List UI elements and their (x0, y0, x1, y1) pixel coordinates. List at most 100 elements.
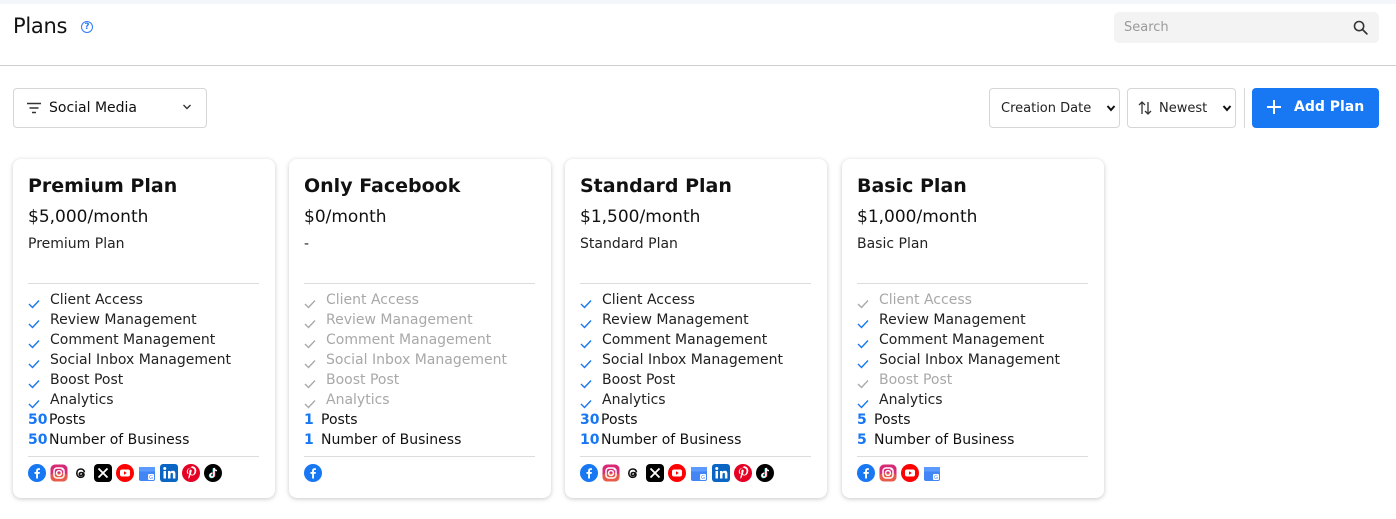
check-icon (580, 335, 592, 355)
feature-label: Analytics (879, 392, 943, 408)
toolbar-divider (1244, 88, 1245, 128)
plan-card[interactable]: Premium Plan $5,000/month Premium Plan Clie… (13, 159, 275, 498)
feature-label: Social Inbox Management (879, 352, 1060, 368)
sort-order-label: Newest (1159, 101, 1208, 116)
feature-label: Social Inbox Management (326, 352, 507, 368)
feature-label: Analytics (50, 392, 114, 408)
feature-label: Review Management (326, 312, 473, 328)
help-icon[interactable]: ? (81, 21, 93, 33)
google-business-icon: G (691, 467, 707, 481)
feature-label: Client Access (879, 292, 972, 308)
feature-label: Analytics (602, 392, 666, 408)
business-count: 10 (580, 432, 600, 448)
plan-description: Premium Plan (28, 236, 125, 252)
check-icon (580, 355, 592, 375)
svg-text:G: G (934, 475, 938, 481)
search-box[interactable] (1114, 12, 1379, 43)
plus-icon (1267, 100, 1281, 114)
plan-description: Basic Plan (857, 236, 929, 252)
search-input[interactable] (1114, 12, 1344, 43)
check-icon (857, 375, 869, 395)
plan-description: Standard Plan (580, 236, 678, 252)
facebook-icon (580, 464, 598, 482)
plan-price: $5,000/month (28, 207, 149, 227)
sort-arrows-icon (1138, 101, 1152, 115)
business-label: Number of Business (321, 432, 462, 448)
check-icon (28, 375, 40, 395)
posts-label: Posts (321, 412, 358, 428)
facebook-icon (304, 464, 322, 482)
plan-card[interactable]: Standard Plan $1,500/month Standard Plan Cl… (565, 159, 827, 498)
check-icon (580, 295, 592, 315)
posts-label: Posts (874, 412, 911, 428)
x-icon (646, 464, 664, 482)
card-divider (857, 456, 1088, 457)
chevron-down-icon (1106, 105, 1116, 112)
posts-count: 1 (304, 412, 314, 428)
posts-count: 30 (580, 412, 600, 428)
tiktok-icon (756, 464, 774, 482)
feature-label: Boost Post (602, 372, 676, 388)
chevron-down-icon (183, 104, 191, 110)
svg-text:G: G (701, 475, 705, 481)
feature-label: Review Management (602, 312, 749, 328)
check-icon (304, 315, 316, 335)
add-plan-label: Add Plan (1294, 99, 1365, 115)
check-icon (304, 295, 316, 315)
check-icon (580, 315, 592, 335)
check-icon (28, 335, 40, 355)
business-count: 50 (28, 432, 48, 448)
business-label: Number of Business (49, 432, 190, 448)
linkedin-icon (160, 464, 178, 482)
facebook-icon (857, 464, 875, 482)
check-icon (28, 355, 40, 375)
sort-field-label: Creation Date (1001, 101, 1092, 116)
posts-label: Posts (601, 412, 638, 428)
check-icon (28, 295, 40, 315)
check-icon (304, 335, 316, 355)
chevron-down-icon (1222, 105, 1232, 112)
card-divider (304, 456, 535, 457)
plan-price: $0/month (304, 207, 387, 227)
plan-name: Standard Plan (580, 175, 732, 197)
facebook-icon (28, 464, 46, 482)
threads-icon (72, 464, 90, 482)
search-icon[interactable] (1352, 19, 1369, 36)
instagram-icon (879, 464, 897, 482)
category-filter-dropdown[interactable]: Social Media (13, 88, 207, 128)
add-plan-button[interactable]: Add Plan (1252, 88, 1379, 128)
sort-order-select[interactable]: Newest (1127, 88, 1236, 128)
feature-label: Boost Post (50, 372, 124, 388)
plan-card[interactable]: Basic Plan $1,000/month Basic Plan Client A… (842, 159, 1104, 498)
feature-label: Client Access (326, 292, 419, 308)
card-divider (580, 456, 811, 457)
svg-text:G: G (149, 475, 153, 481)
posts-count: 50 (28, 412, 48, 428)
instagram-icon (50, 464, 68, 482)
pinterest-icon (734, 464, 752, 482)
tiktok-icon (204, 464, 222, 482)
business-count: 5 (857, 432, 867, 448)
youtube-icon (668, 464, 686, 482)
plan-card[interactable]: Only Facebook $0/month - Client Access Revie… (289, 159, 551, 498)
posts-count: 5 (857, 412, 867, 428)
plan-price: $1,000/month (857, 207, 978, 227)
card-divider (857, 283, 1088, 284)
filter-label: Social Media (49, 100, 138, 116)
check-icon (857, 295, 869, 315)
check-icon (304, 375, 316, 395)
plan-description: - (304, 236, 310, 252)
feature-label: Social Inbox Management (50, 352, 231, 368)
check-icon (580, 375, 592, 395)
plan-price: $1,500/month (580, 207, 701, 227)
business-count: 1 (304, 432, 314, 448)
plan-name: Premium Plan (28, 175, 178, 197)
card-divider (304, 283, 535, 284)
instagram-icon (602, 464, 620, 482)
top-bar: Plans ? (0, 0, 1396, 66)
filter-icon (27, 102, 41, 114)
sort-field-select[interactable]: Creation Date (989, 88, 1120, 128)
feature-label: Comment Management (326, 332, 492, 348)
page-title: Plans (13, 14, 68, 38)
card-divider (580, 283, 811, 284)
